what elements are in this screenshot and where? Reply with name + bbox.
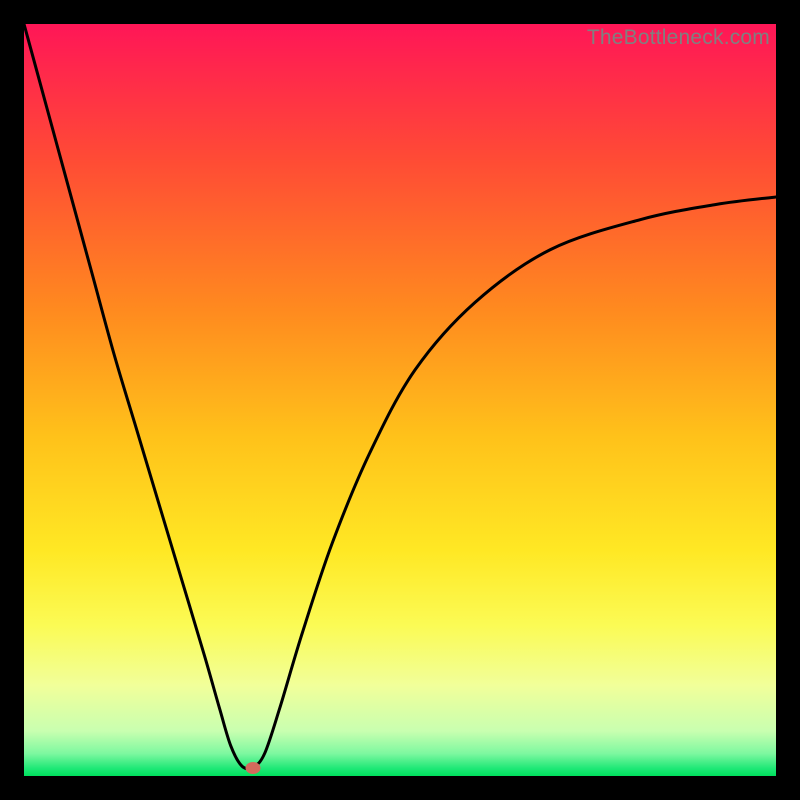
chart-frame: TheBottleneck.com <box>24 24 776 776</box>
watermark-text: TheBottleneck.com <box>587 26 770 50</box>
optimal-marker-icon <box>246 762 261 774</box>
plot-svg <box>24 24 776 776</box>
gradient-background <box>24 24 776 776</box>
plot-area <box>24 24 776 776</box>
